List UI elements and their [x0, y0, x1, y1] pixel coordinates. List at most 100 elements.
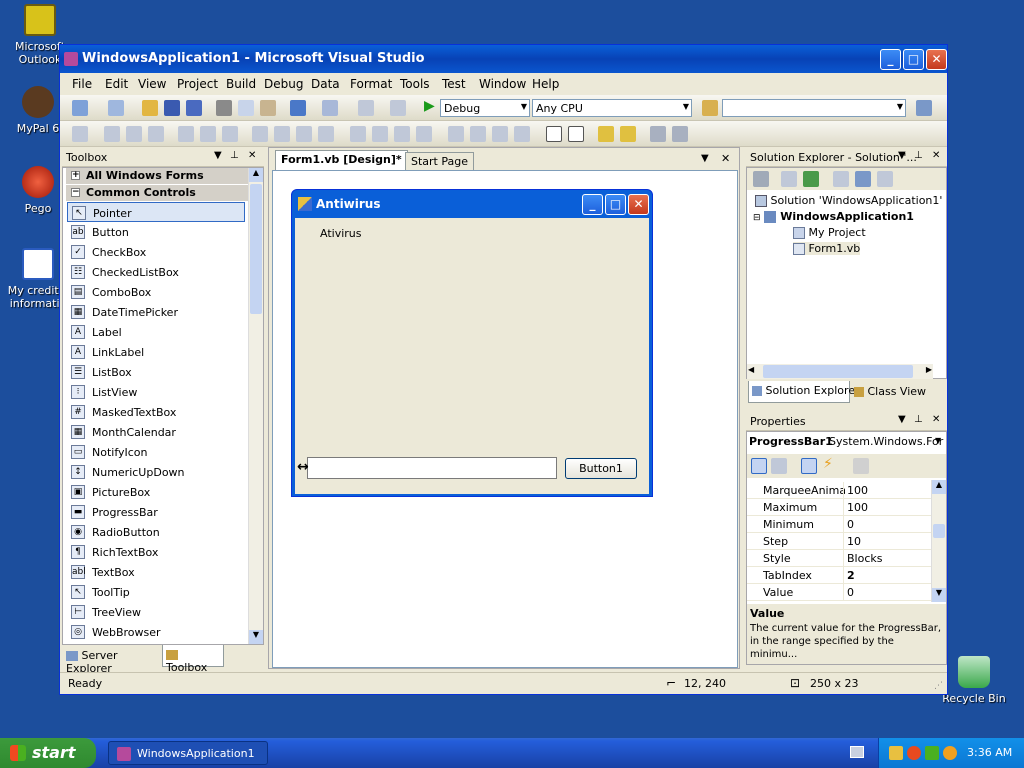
show-all-files-icon[interactable] — [781, 171, 797, 187]
tray-icon-update[interactable] — [925, 746, 939, 760]
property-value[interactable]: 10 — [847, 535, 861, 548]
increase-v-spacing-icon[interactable] — [470, 126, 486, 142]
align-middles-icon[interactable] — [200, 126, 216, 142]
property-value[interactable]: Blocks — [847, 552, 882, 565]
new-project-icon[interactable] — [72, 100, 88, 116]
label-ativirus[interactable]: Ativirus — [320, 227, 362, 240]
toolbox-item-label[interactable]: A Label — [67, 322, 245, 342]
properties-view-icon[interactable] — [801, 458, 817, 474]
find-in-files-icon[interactable] — [702, 100, 718, 116]
tray-icon-search[interactable] — [943, 746, 957, 760]
align-tops-icon[interactable] — [178, 126, 194, 142]
tray-icon-network[interactable] — [889, 746, 903, 760]
tree-solution-root[interactable]: Solution 'WindowsApplication1' (1 pr — [755, 194, 945, 207]
minimize-button[interactable]: _ — [880, 49, 901, 70]
size-to-grid-icon[interactable] — [318, 126, 334, 142]
toolbox-item-picturebox[interactable]: ▣ PictureBox — [67, 482, 245, 502]
menu-format[interactable]: Format — [350, 77, 392, 91]
menu-tools[interactable]: Tools — [400, 77, 430, 91]
tree-form1[interactable]: Form1.vb — [793, 242, 861, 255]
bring-to-front-icon[interactable] — [598, 126, 614, 142]
copy-icon[interactable] — [238, 100, 254, 116]
center-vertically-icon[interactable] — [568, 126, 584, 142]
category-common-controls[interactable]: − Common Controls — [66, 185, 251, 201]
document-dropdown-icon[interactable]: ▼ — [701, 153, 709, 164]
property-row[interactable]: Maximum 100 — [747, 499, 933, 516]
panel-dropdown-icon[interactable]: ▼ — [214, 150, 222, 161]
class-diagram-icon[interactable] — [877, 171, 893, 187]
make-same-size-icon[interactable] — [296, 126, 312, 142]
toolbox-item-listbox[interactable]: ☰ ListBox — [67, 362, 245, 382]
toolbox-item-textbox[interactable]: abl TextBox — [67, 562, 245, 582]
property-pages-icon[interactable] — [853, 458, 869, 474]
close-icon[interactable]: ✕ — [248, 150, 256, 161]
pin-icon[interactable]: ⊥ — [914, 414, 923, 425]
property-row[interactable]: TabIndex 2 — [747, 567, 933, 584]
menu-build[interactable]: Build — [226, 77, 256, 91]
property-row[interactable]: Style Blocks — [747, 550, 933, 567]
toolbox-item-progressbar[interactable]: ▬ ProgressBar — [67, 502, 245, 522]
make-same-width-icon[interactable] — [252, 126, 268, 142]
design-surface[interactable]: Antiwirus _ □ ✕ Ativirus ↔ Button1 — [272, 170, 738, 668]
increase-h-spacing-icon[interactable] — [372, 126, 388, 142]
tree-project[interactable]: ⊟ WindowsApplication1 — [753, 210, 914, 223]
open-file-icon[interactable] — [142, 100, 158, 116]
add-item-icon[interactable] — [108, 100, 124, 116]
resize-grip-icon[interactable]: ⋰ — [934, 681, 943, 691]
view-code-icon[interactable] — [833, 171, 849, 187]
form-antiwirus[interactable]: Antiwirus _ □ ✕ Ativirus ↔ Button1 — [291, 189, 653, 497]
toolbox-item-listview[interactable]: ⁝ ListView — [67, 382, 245, 402]
tab-form1-design[interactable]: Form1.vb [Design]* — [275, 150, 408, 170]
events-icon[interactable]: ⚡ — [823, 456, 839, 472]
toolbox-item-combobox[interactable]: ▤ ComboBox — [67, 282, 245, 302]
scroll-down-icon[interactable]: ▼ — [249, 630, 263, 644]
pin-icon[interactable]: ⊥ — [914, 150, 923, 161]
toolbox-item-numericupdown[interactable]: ↕ NumericUpDown — [67, 462, 245, 482]
decrease-v-spacing-icon[interactable] — [492, 126, 508, 142]
solution-configuration-combo[interactable]: Debug ▼ — [440, 99, 530, 117]
pin-icon[interactable]: ⊥ — [230, 150, 239, 161]
property-row[interactable]: Value 0 — [747, 584, 933, 601]
scroll-thumb[interactable] — [763, 365, 913, 378]
align-bottoms-icon[interactable] — [222, 126, 238, 142]
scroll-right-icon[interactable]: ▶ — [926, 365, 932, 374]
undo-icon[interactable] — [290, 100, 306, 116]
property-value[interactable]: 2 — [847, 569, 855, 582]
form-maximize-button[interactable]: □ — [605, 194, 626, 215]
toolbox-scrollbar[interactable]: ▲ ▼ — [248, 168, 263, 644]
desktop-icon-recycle-bin[interactable]: Recycle Bin — [938, 656, 1010, 705]
scroll-up-icon[interactable]: ▲ — [249, 168, 263, 182]
align-to-grid-icon[interactable] — [72, 126, 88, 142]
property-row[interactable]: Minimum 0 — [747, 516, 933, 533]
property-value[interactable]: 0 — [847, 586, 854, 599]
make-same-height-icon[interactable] — [274, 126, 290, 142]
property-row[interactable]: MarqueeAnimati 100 — [747, 482, 933, 499]
toolbox-item-datetimepicker[interactable]: ▦ DateTimePicker — [67, 302, 245, 322]
toolbox-item-monthcalendar[interactable]: ▦ MonthCalendar — [67, 422, 245, 442]
menu-project[interactable]: Project — [177, 77, 218, 91]
button1[interactable]: Button1 — [565, 458, 637, 479]
remove-v-spacing-icon[interactable] — [514, 126, 530, 142]
start-button[interactable]: start — [0, 738, 96, 768]
property-value[interactable]: 0 — [847, 518, 854, 531]
alphabetical-icon[interactable] — [771, 458, 787, 474]
navigate-back-icon[interactable] — [358, 100, 374, 116]
close-icon[interactable]: ✕ — [932, 414, 940, 425]
menu-help[interactable]: Help — [532, 77, 559, 91]
lock-controls-icon[interactable] — [672, 126, 688, 142]
redo-icon[interactable] — [322, 100, 338, 116]
category-all-windows-forms[interactable]: + All Windows Forms — [66, 168, 251, 184]
panel-dropdown-icon[interactable]: ▼ — [898, 150, 906, 161]
scroll-down-icon[interactable]: ▼ — [932, 588, 946, 602]
cut-icon[interactable] — [216, 100, 232, 116]
find-icon[interactable] — [916, 100, 932, 116]
toolbox-item-linklabel[interactable]: A LinkLabel — [67, 342, 245, 362]
taskbar-item-visual-studio[interactable]: WindowsApplication1 ... — [108, 741, 268, 768]
remove-h-spacing-icon[interactable] — [416, 126, 432, 142]
progress-bar[interactable] — [307, 457, 557, 479]
toolbox-item-checkedlistbox[interactable]: ☷ CheckedListBox — [67, 262, 245, 282]
align-centers-icon[interactable] — [126, 126, 142, 142]
title-bar[interactable]: WindowsApplication1 - Microsoft Visual S… — [60, 45, 947, 73]
panel-dropdown-icon[interactable]: ▼ — [898, 414, 906, 425]
tab-solution-explorer[interactable]: Solution Explorer — [748, 381, 860, 403]
